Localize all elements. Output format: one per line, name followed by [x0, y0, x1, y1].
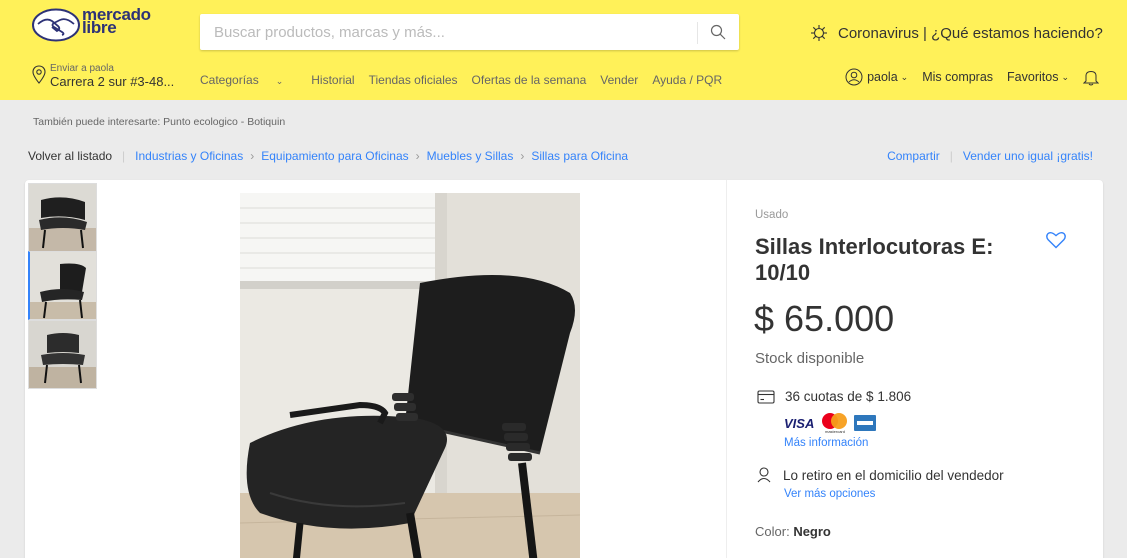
product-info-panel: Usado Sillas Interlocutoras E: 10/10 $ 6… — [726, 180, 1103, 558]
nav-tiendas-oficiales[interactable]: Tiendas oficiales — [369, 73, 458, 87]
color-selector: Color: Negro — [755, 524, 831, 539]
nav-vender[interactable]: Vender — [600, 73, 638, 87]
breadcrumb-item-sillas[interactable]: Sillas para Oficina — [531, 149, 628, 163]
credit-card-icon — [757, 389, 775, 404]
favoritos-label: Favoritos — [1007, 70, 1059, 84]
more-info-link[interactable]: Más información — [784, 437, 868, 449]
coronavirus-link[interactable]: Coronavirus | ¿Qué estamos haciendo? — [810, 24, 1103, 42]
chair-thumbnail-image — [29, 321, 96, 388]
user-avatar-icon — [845, 68, 863, 86]
header: mercado libre Coronavirus | ¿Qué estamos… — [0, 0, 1127, 100]
color-label: Color: — [755, 524, 790, 539]
installments-row: 36 cuotas de $ 1.806 — [757, 389, 911, 404]
share-divider: | — [949, 149, 953, 163]
thumbnail-3[interactable] — [28, 320, 97, 389]
visa-wordmark: VISA — [784, 416, 814, 430]
chevron-down-icon: ⌄ — [275, 76, 284, 86]
person-icon — [757, 467, 771, 483]
breadcrumb-item-industrias[interactable]: Industrias y Oficinas — [135, 149, 243, 163]
mis-compras-link[interactable]: Mis compras — [922, 70, 993, 84]
search-button[interactable] — [697, 14, 739, 50]
nav-categorias[interactable]: Categorías ⌄ — [200, 73, 297, 87]
pickup-text: Lo retiro en el domicilio del vendedor — [783, 467, 1004, 483]
virus-icon — [811, 25, 827, 41]
search-input[interactable] — [200, 14, 695, 50]
pickup-row: Lo retiro en el domicilio del vendedor — [757, 467, 1004, 483]
main-nav: Categorías ⌄ Historial Tiendas oficiales … — [200, 73, 736, 87]
installments-text: 36 cuotas de $ 1.806 — [785, 389, 912, 404]
product-card: Usado Sillas Interlocutoras E: 10/10 $ 6… — [25, 180, 1103, 558]
share-link[interactable]: Compartir — [887, 149, 940, 163]
user-menu[interactable]: paola ⌄ — [845, 68, 908, 86]
logo-text: mercado libre — [82, 6, 151, 36]
breadcrumb: Volver al listado | Industrias y Oficina… — [28, 149, 628, 163]
breadcrumb-item-muebles[interactable]: Muebles y Sillas — [427, 149, 514, 163]
product-main-image[interactable] — [240, 193, 580, 558]
thumbnail-1[interactable] — [28, 183, 97, 252]
office-chair-photo — [240, 193, 580, 558]
nav-historial[interactable]: Historial — [311, 73, 354, 87]
product-condition: Usado — [755, 209, 789, 221]
visa-icon: VISA — [784, 416, 814, 430]
nav-ayuda[interactable]: Ayuda / PQR — [652, 73, 722, 87]
favoritos-menu[interactable]: Favoritos ⌄ — [1007, 70, 1069, 84]
mastercard-wordmark: mastercard — [825, 429, 845, 434]
search-icon — [710, 24, 726, 40]
mastercard-icon: mastercard — [822, 413, 847, 434]
chevron-right-icon: › — [520, 149, 525, 163]
product-title: Sillas Interlocutoras E: 10/10 — [755, 234, 994, 285]
location-label: Enviar a paola — [50, 63, 114, 74]
share-links: Compartir | Vender uno igual ¡gratis! — [887, 149, 1093, 163]
search-bar — [200, 14, 739, 50]
nav-categorias-label: Categorías — [200, 73, 259, 87]
location-address: Carrera 2 sur #3-48... — [50, 74, 175, 89]
related-searches[interactable]: También puede interesarte: Punto ecologi… — [33, 116, 285, 128]
back-to-listing-link[interactable]: Volver al listado — [28, 149, 112, 163]
location-pin-icon — [32, 65, 46, 84]
bell-icon — [1083, 70, 1099, 85]
notifications-button[interactable] — [1083, 69, 1103, 86]
user-name: paola — [867, 70, 898, 84]
chevron-down-icon: ⌄ — [900, 71, 909, 82]
handshake-logo-icon — [32, 8, 80, 42]
amex-icon — [854, 415, 876, 431]
chevron-right-icon: › — [250, 149, 255, 163]
chair-thumbnail-image — [29, 184, 96, 251]
payment-methods: VISA mastercard — [784, 412, 876, 434]
stock-status: Stock disponible — [755, 350, 865, 367]
sell-similar-link[interactable]: Vender uno igual ¡gratis! — [963, 149, 1093, 163]
more-options-link[interactable]: Ver más opciones — [784, 488, 875, 500]
heart-icon — [1046, 231, 1066, 249]
thumbnail-2[interactable] — [28, 251, 97, 320]
user-nav: paola ⌄ Mis compras Favoritos ⌄ — [831, 68, 1103, 86]
favorite-button[interactable] — [1046, 231, 1066, 254]
chevron-down-icon: ⌄ — [1061, 71, 1069, 82]
chevron-right-icon: › — [415, 149, 420, 163]
breadcrumb-item-equipamiento[interactable]: Equipamiento para Oficinas — [261, 149, 408, 163]
breadcrumb-divider: | — [122, 149, 126, 163]
nav-ofertas[interactable]: Ofertas de la semana — [472, 73, 587, 87]
coronavirus-text: Coronavirus | ¿Qué estamos haciendo? — [838, 24, 1103, 42]
product-price: $ 65.000 — [754, 298, 895, 339]
chair-thumbnail-image — [30, 252, 96, 319]
color-value: Negro — [793, 524, 831, 539]
